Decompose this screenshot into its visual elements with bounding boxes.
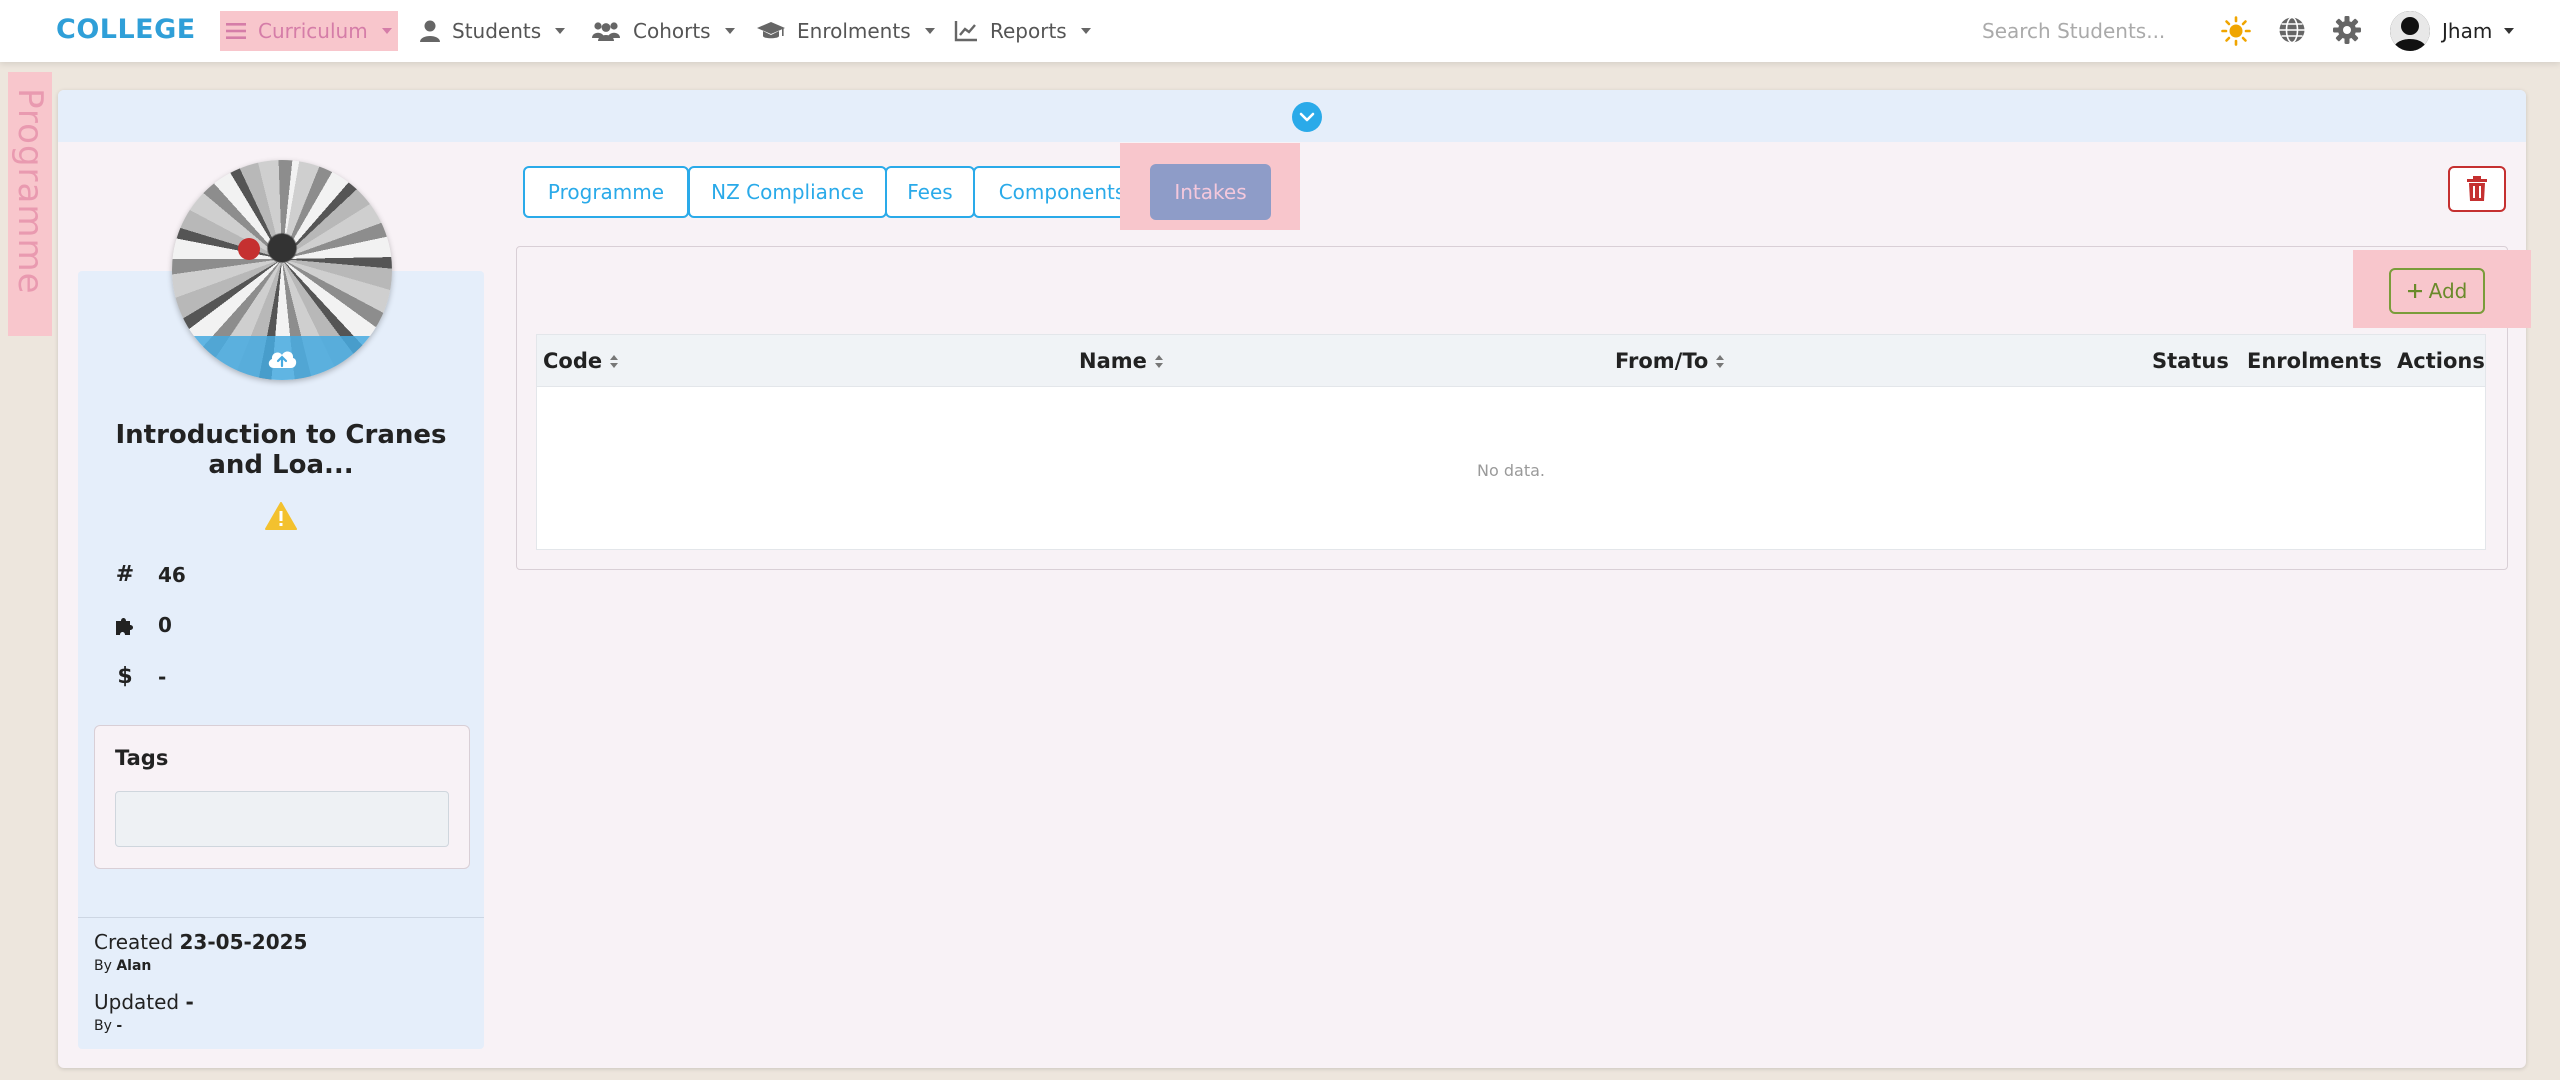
col-actions: Actions: [2397, 335, 2485, 387]
nav-students-label: Students: [452, 19, 542, 43]
col-code-label: Code: [543, 349, 603, 373]
nav-curriculum-label: Curriculum: [258, 19, 368, 43]
col-enrolments: Enrolments: [2247, 335, 2382, 387]
nav-reports[interactable]: Reports: [954, 0, 1091, 62]
updated-by-label: By: [94, 1018, 112, 1034]
nav-enrolments[interactable]: Enrolments: [757, 0, 935, 62]
gear-icon[interactable]: [2333, 16, 2361, 44]
cloud-upload-icon: [268, 351, 297, 368]
dollar-icon: $: [117, 664, 133, 689]
side-tab-label: Programme: [10, 88, 50, 295]
created-by: Alan: [116, 958, 152, 974]
col-status-label: Status: [2152, 349, 2229, 373]
nav-cohorts-label: Cohorts: [633, 19, 711, 43]
image-detail: [238, 238, 260, 260]
tags-label: Tags: [115, 746, 169, 770]
chevron-down-icon: [1080, 28, 1091, 34]
chevron-down-icon: [381, 28, 392, 34]
warning-icon: [265, 502, 297, 530]
updated-date: -: [185, 990, 194, 1014]
hamburger-icon: [226, 23, 246, 39]
col-name-label: Name: [1079, 349, 1147, 373]
upload-image-button[interactable]: [172, 336, 392, 380]
col-actions-label: Actions: [2397, 349, 2485, 373]
stat-id: # 46: [112, 562, 186, 587]
add-intake-button[interactable]: Add: [2389, 268, 2485, 314]
nav-cohorts[interactable]: Cohorts: [591, 0, 735, 62]
chevron-down-icon: [724, 28, 735, 34]
created-by-label: By: [94, 958, 112, 974]
nav-curriculum[interactable]: Curriculum: [226, 0, 392, 62]
sort-icon[interactable]: [1716, 354, 1725, 368]
plus-icon: [2407, 284, 2422, 298]
stat-id-value: 46: [158, 562, 186, 587]
side-tab-programme[interactable]: Programme: [8, 72, 52, 336]
updated-by-line: By -: [94, 1018, 122, 1034]
created-date: 23-05-2025: [179, 930, 308, 954]
hash-icon: #: [115, 562, 135, 587]
avatar: [2390, 11, 2430, 51]
programme-title: Introduction to Cranes and Loa...: [115, 420, 447, 480]
delete-button[interactable]: [2448, 166, 2506, 212]
stat-fee-value: -: [158, 664, 167, 689]
nav-students[interactable]: Students: [420, 0, 566, 62]
col-status: Status: [2152, 335, 2229, 387]
divider: [78, 917, 484, 918]
empty-state: No data.: [1477, 461, 1545, 480]
user-name: Jham: [2442, 19, 2493, 43]
top-navbar: COLLEGE Curriculum Students Cohorts Enro…: [0, 0, 2560, 62]
tab-programme[interactable]: Programme: [523, 166, 689, 218]
nav-reports-label: Reports: [990, 19, 1067, 43]
collapse-button[interactable]: [1292, 102, 1322, 132]
chevron-down-icon: [555, 28, 566, 34]
tags-input[interactable]: [115, 791, 449, 847]
updated-line: Updated -: [94, 990, 194, 1014]
created-by-line: By Alan: [94, 958, 151, 974]
search-input[interactable]: [1982, 14, 2182, 48]
users-icon: [592, 22, 620, 41]
trash-icon: [2467, 176, 2487, 201]
puzzle-icon: [112, 614, 138, 636]
updated-label: Updated: [94, 990, 180, 1014]
card-header: [58, 90, 2526, 142]
add-label: Add: [2428, 279, 2468, 303]
chevron-down-icon: [924, 28, 935, 34]
programme-image[interactable]: [172, 160, 392, 380]
chevron-down-icon: [2504, 28, 2515, 34]
user-icon: [420, 20, 440, 42]
stat-components: 0: [112, 613, 172, 637]
user-menu[interactable]: Jham: [2390, 9, 2515, 53]
table-header: Code Name From/To Status Enrolments Acti…: [537, 335, 2485, 387]
col-from-to-label: From/To: [1615, 349, 1709, 373]
col-enrolments-label: Enrolments: [2247, 349, 2382, 373]
col-name[interactable]: Name: [1079, 335, 1163, 387]
tags-box: Tags: [94, 725, 470, 869]
created-label: Created: [94, 930, 174, 954]
stat-fee: $ -: [112, 664, 166, 689]
chevron-down-icon: [1299, 112, 1315, 122]
line-chart-icon: [954, 21, 977, 42]
col-code[interactable]: Code: [543, 335, 619, 387]
brand-logo[interactable]: COLLEGE: [56, 14, 196, 45]
tab-fees[interactable]: Fees: [885, 166, 975, 218]
tab-intakes[interactable]: Intakes: [1150, 164, 1271, 220]
sort-icon[interactable]: [1154, 354, 1163, 368]
col-from-to[interactable]: From/To: [1615, 335, 1725, 387]
stat-components-value: 0: [158, 613, 172, 637]
globe-icon[interactable]: [2278, 16, 2306, 44]
graduation-cap-icon: [757, 22, 785, 39]
intakes-table: Code Name From/To Status Enrolments Acti…: [536, 334, 2486, 550]
tab-nz-compliance[interactable]: NZ Compliance: [688, 166, 887, 218]
sort-icon[interactable]: [610, 354, 619, 368]
updated-by: -: [116, 1018, 123, 1034]
nav-enrolments-label: Enrolments: [797, 19, 911, 43]
sun-icon[interactable]: [2221, 16, 2251, 46]
created-line: Created 23-05-2025: [94, 930, 307, 954]
